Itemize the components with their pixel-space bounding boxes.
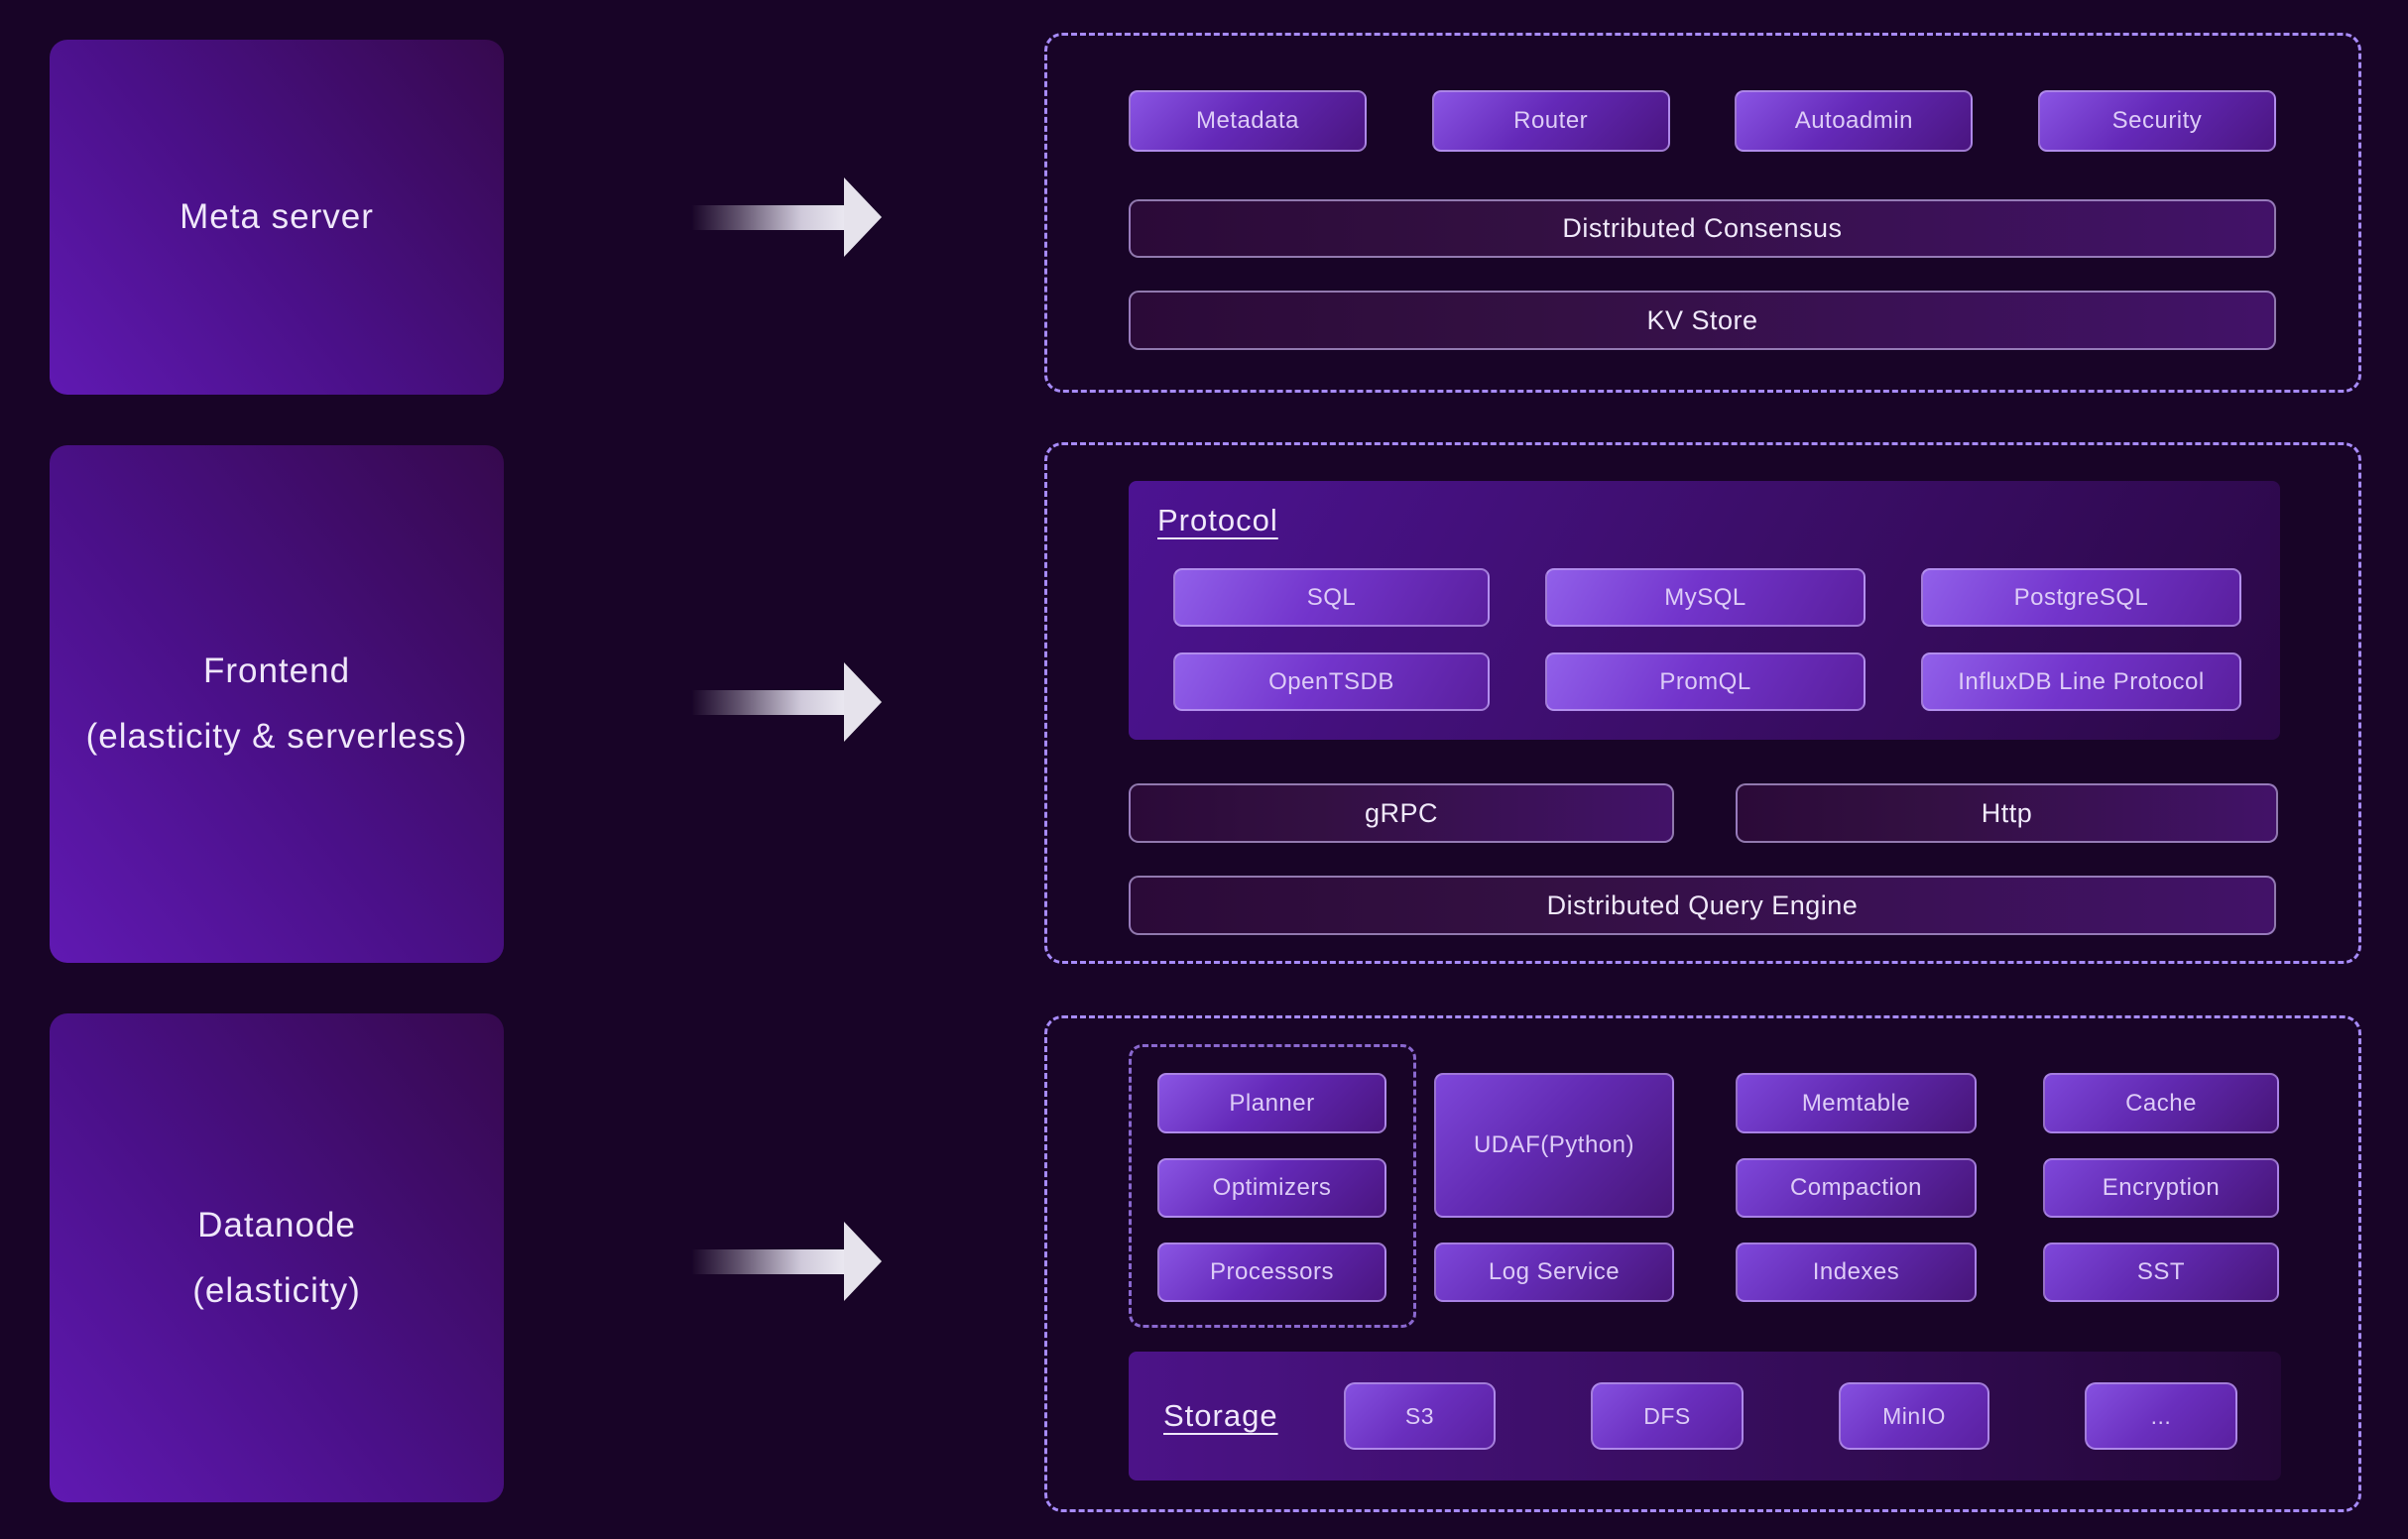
node-promql: PromQL: [1545, 652, 1866, 711]
node-distributed-consensus: Distributed Consensus: [1129, 199, 2276, 258]
frontend-box: Frontend (elasticity & serverless): [50, 445, 504, 963]
arrow-shaft: [691, 690, 848, 715]
frontend-sublabel: (elasticity & serverless): [86, 717, 468, 757]
node-distributed-query-engine: Distributed Query Engine: [1129, 876, 2276, 935]
node-postgresql: PostgreSQL: [1921, 568, 2241, 627]
node-autoadmin: Autoadmin: [1735, 90, 1973, 152]
meta-chip-row: Metadata Router Autoadmin Security: [1129, 90, 2276, 152]
arrow-right-icon: [691, 1222, 882, 1301]
node-minio: MinIO: [1839, 1382, 1989, 1450]
node-kv-store: KV Store: [1129, 291, 2276, 350]
meta-server-box: Meta server: [50, 40, 504, 395]
node-planner: Planner: [1157, 1073, 1386, 1133]
node-compaction: Compaction: [1736, 1158, 1977, 1218]
node-influxdb-line-protocol: InfluxDB Line Protocol: [1921, 652, 2241, 711]
arrow-right-icon: [691, 662, 882, 742]
meta-server-section: Metadata Router Autoadmin Security Distr…: [1044, 33, 2361, 393]
arrow-shaft: [691, 205, 848, 230]
architecture-diagram: Meta server Frontend (elasticity & serve…: [0, 0, 2408, 1539]
node-mysql: MySQL: [1545, 568, 1866, 627]
frontend-section: Protocol SQL MySQL PostgreSQL OpenTSDB P…: [1044, 442, 2361, 964]
frontend-label: Frontend: [203, 651, 350, 691]
datanode-section: Planner Optimizers Processors UDAF(Pytho…: [1044, 1015, 2361, 1512]
node-processors: Processors: [1157, 1243, 1386, 1302]
node-metadata: Metadata: [1129, 90, 1367, 152]
arrow-shaft: [691, 1249, 848, 1274]
protocol-title: Protocol: [1157, 503, 1278, 538]
node-optimizers: Optimizers: [1157, 1158, 1386, 1218]
node-sql: SQL: [1173, 568, 1490, 627]
arrow-head: [844, 178, 882, 257]
datanode-box: Datanode (elasticity): [50, 1013, 504, 1502]
node-cache: Cache: [2043, 1073, 2279, 1133]
node-udaf-python: UDAF(Python): [1434, 1073, 1674, 1218]
node-memtable: Memtable: [1736, 1073, 1977, 1133]
node-indexes: Indexes: [1736, 1243, 1977, 1302]
protocol-panel: Protocol SQL MySQL PostgreSQL OpenTSDB P…: [1129, 481, 2280, 740]
datanode-sublabel: (elasticity): [192, 1271, 361, 1311]
node-opentsdb: OpenTSDB: [1173, 652, 1490, 711]
node-log-service: Log Service: [1434, 1243, 1674, 1302]
query-subsystem-box: Planner Optimizers Processors: [1129, 1044, 1416, 1328]
meta-server-label: Meta server: [180, 197, 374, 237]
node-s3: S3: [1344, 1382, 1496, 1450]
arrow-head: [844, 1222, 882, 1301]
arrow-head: [844, 662, 882, 742]
storage-panel: Storage S3 DFS MinIO ...: [1129, 1352, 2281, 1480]
node-encryption: Encryption: [2043, 1158, 2279, 1218]
storage-title: Storage: [1163, 1398, 1278, 1434]
node-security: Security: [2038, 90, 2276, 152]
protocol-grid: SQL MySQL PostgreSQL OpenTSDB PromQL Inf…: [1173, 568, 2241, 711]
node-dfs: DFS: [1591, 1382, 1744, 1450]
node-router: Router: [1432, 90, 1670, 152]
node-grpc: gRPC: [1129, 783, 1674, 843]
arrow-right-icon: [691, 178, 882, 257]
node-sst: SST: [2043, 1243, 2279, 1302]
node-storage-other: ...: [2085, 1382, 2237, 1450]
node-http: Http: [1736, 783, 2278, 843]
datanode-label: Datanode: [197, 1206, 356, 1245]
